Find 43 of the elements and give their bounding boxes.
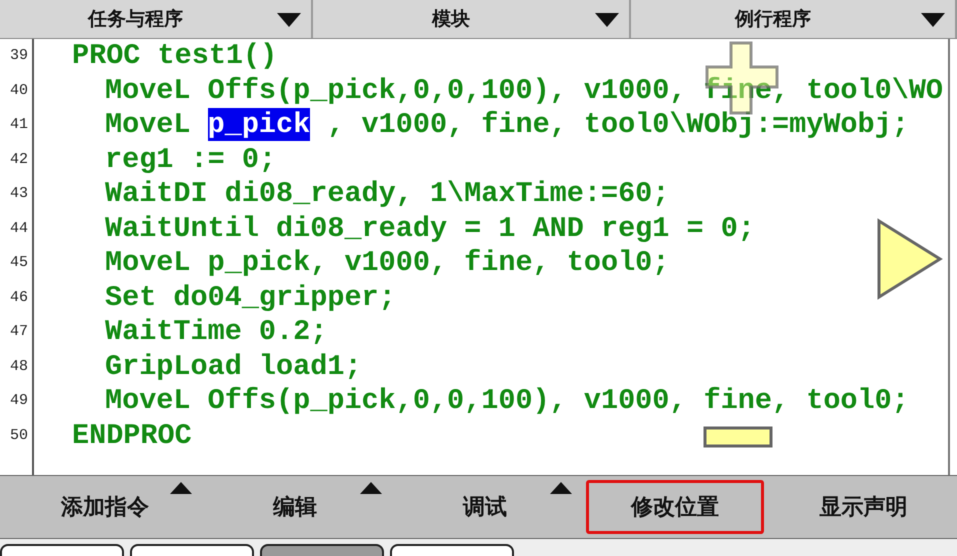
line-number: 42 (8, 150, 29, 170)
code-line: ENDPROC (72, 418, 192, 452)
zoom-out-icon[interactable] (703, 426, 773, 448)
code-text: MoveL (105, 108, 192, 142)
code-line: Set do04_gripper; (105, 280, 396, 314)
dropdown-arrow-icon (277, 13, 301, 27)
play-icon[interactable] (876, 218, 944, 300)
line-number: 44 (8, 218, 29, 239)
line-number: 39 (8, 46, 29, 66)
code-line: MoveL Offs(p_pick,0,0,100), v1000, fine, tool0; (105, 384, 909, 418)
panel-tab[interactable] (130, 544, 254, 556)
panel-tab[interactable] (260, 544, 384, 556)
line-number: 40 (8, 80, 29, 101)
code-line: reg1 := 0; (105, 142, 276, 176)
caret-icon (360, 482, 382, 494)
panel-tab[interactable] (390, 544, 514, 556)
dropdown-arrow-icon (921, 13, 945, 27)
menu-button[interactable]: 显示声明 (776, 480, 951, 534)
line-number: 41 (8, 115, 29, 136)
panel-tab[interactable] (0, 544, 124, 556)
line-number: 43 (8, 184, 29, 204)
caret-icon (550, 482, 572, 494)
code-line: GripLoad load1; (105, 350, 362, 383)
line-number: 45 (8, 253, 29, 274)
menu-button[interactable]: 编辑 (206, 480, 384, 534)
code-line: WaitUntil di08_ready = 1 AND reg1 = 0; (105, 212, 755, 245)
code-line: WaitTime 0.2; (105, 315, 328, 348)
line-number: 48 (8, 356, 29, 377)
line-number: 46 (8, 288, 29, 308)
code-text: , v1000, fine, tool0\WObj:=myWobj; (326, 108, 909, 142)
menu-button[interactable]: 添加指令 (16, 480, 194, 534)
selected-token[interactable]: p_pick (208, 108, 310, 142)
menu-button[interactable]: 调试 (396, 480, 574, 534)
menu-button[interactable]: 修改位置 (586, 480, 764, 534)
dropdown-arrow-icon (595, 13, 619, 27)
line-number: 47 (8, 322, 29, 342)
line-number: 49 (8, 391, 29, 412)
line-number: 50 (8, 426, 29, 446)
code-line: PROC test1() (72, 39, 278, 72)
code-line: MoveL Offs(p_pick,0,0,100), v1000, fine, tool0\WO (105, 74, 944, 107)
caret-icon (170, 482, 192, 494)
code-line: WaitDI di08_ready, 1\MaxTime:=60; (105, 177, 670, 210)
code-line: MoveL p_pick, v1000, fine, tool0; (105, 246, 670, 280)
